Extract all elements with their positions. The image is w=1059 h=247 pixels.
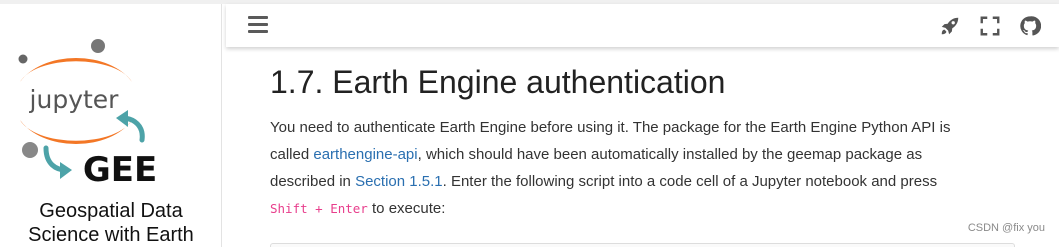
page-title: 1.7. Earth Engine authentication: [270, 64, 726, 100]
paragraph-line-1: You need to authenticate Earth Engine be…: [270, 119, 951, 136]
svg-text:GEE: GEE: [83, 150, 157, 190]
hamburger-menu-icon[interactable]: [248, 16, 268, 34]
jupyter-gee-logo[interactable]: jupyter GEE: [8, 34, 168, 194]
main-content: 1.7. Earth Engine authentication You nee…: [270, 60, 1030, 222]
inline-code-shift-enter: Shift + Enter: [270, 201, 368, 216]
site-title[interactable]: Geospatial Data Science with Earth: [0, 199, 221, 247]
top-header: [226, 4, 1059, 47]
link-section-1-5-1[interactable]: Section 1.5.1: [355, 173, 443, 190]
watermark: CSDN @fix you: [967, 222, 1045, 234]
svg-text:jupyter: jupyter: [29, 85, 120, 114]
link-earthengine-api[interactable]: earthengine-api: [313, 146, 417, 163]
header-icons: [939, 14, 1041, 38]
rocket-icon[interactable]: [939, 15, 961, 37]
sidebar: jupyter GEE Geospatial Data Science with…: [0, 4, 222, 247]
code-cell[interactable]: [270, 243, 1015, 247]
fullscreen-icon[interactable]: [979, 15, 1001, 37]
site-title-line-2: Science with Earth: [28, 224, 194, 246]
github-icon[interactable]: [1019, 15, 1041, 37]
paragraph-line-3: described in Section 1.5.1. Enter the fo…: [270, 173, 938, 190]
site-title-line-1: Geospatial Data: [39, 200, 183, 222]
paragraph-line-4: Shift + Enter to execute:: [270, 200, 446, 217]
page-frame: jupyter GEE Geospatial Data Science with…: [0, 0, 1059, 247]
paragraph-line-2: called earthengine-api, which should hav…: [270, 146, 923, 163]
